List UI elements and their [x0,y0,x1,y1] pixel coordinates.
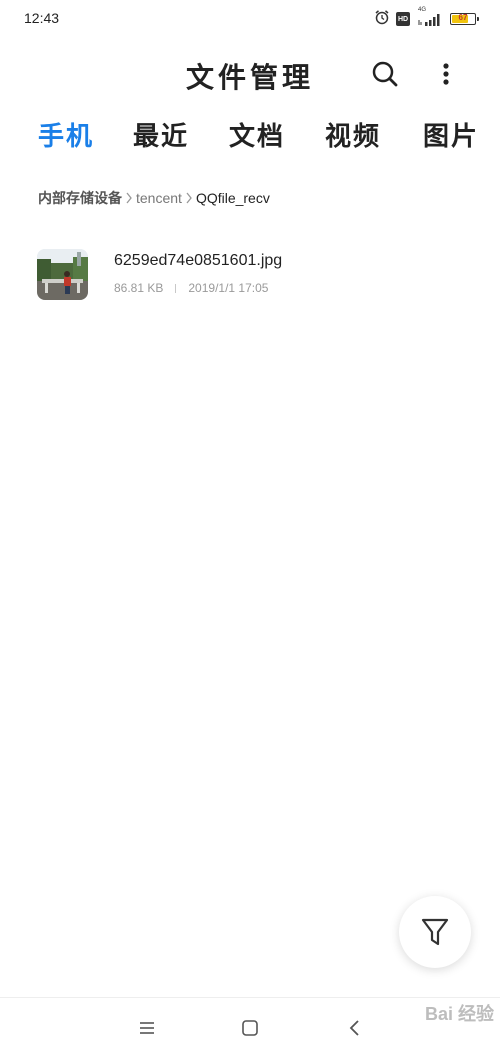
home-button[interactable] [238,1016,262,1040]
file-manager-screen: 12:43 HD 4G 67 文件管理 手机 最近 文档 视频 图片 内部存储设… [0,0,500,1057]
status-bar: 12:43 HD 4G 67 [0,0,500,36]
more-vertical-icon [443,63,449,85]
menu-icon [140,1022,154,1034]
back-button[interactable] [343,1016,367,1040]
back-chevron-icon [349,1020,359,1036]
filter-icon [421,918,449,946]
breadcrumb: 内部存储设备 tencent QQfile_recv [38,188,270,208]
tab-pictures[interactable]: 图片 [423,116,479,153]
hd-icon: HD [396,12,410,26]
signal-icon: 4G [416,7,444,27]
breadcrumb-root[interactable]: 内部存储设备 [38,188,122,208]
filter-button[interactable] [399,896,471,968]
status-time: 12:43 [24,10,60,26]
file-list-item[interactable]: 6259ed74e0851601.jpg 86.81 KB 2019/1/1 1… [0,240,500,310]
title-bar: 文件管理 [0,48,500,98]
home-square-icon [242,1020,258,1036]
baidu-jingyan-watermark: Bai 经验 [424,1004,494,1024]
battery-icon: 67 [450,13,479,25]
tab-videos[interactable]: 视频 [325,116,381,153]
tab-phone[interactable]: 手机 [38,116,94,153]
search-button[interactable] [369,58,401,90]
chevron-right-icon [126,192,132,204]
file-size: 86.81 KB [114,281,164,295]
tab-documents[interactable]: 文档 [229,116,285,153]
search-icon [372,61,398,87]
file-meta: 86.81 KB 2019/1/1 17:05 [114,281,268,295]
category-tabs: 手机 最近 文档 视频 图片 [0,110,500,162]
chevron-right-icon [186,192,192,204]
alarm-icon [374,9,390,29]
breadcrumb-current[interactable]: QQfile_recv [196,190,270,206]
breadcrumb-folder[interactable]: tencent [136,190,182,206]
network-label: 4G [418,7,427,13]
tab-recent[interactable]: 最近 [133,116,189,153]
battery-level: 67 [458,13,468,22]
meta-divider [175,283,177,293]
page-title: 文件管理 [185,61,314,94]
menu-button[interactable] [135,1016,159,1040]
status-icons: HD 4G 67 [374,7,479,29]
more-options-button[interactable] [432,58,460,90]
file-thumbnail [37,249,88,300]
file-date: 2019/1/1 17:05 [188,281,269,295]
file-name: 6259ed74e0851601.jpg [114,252,283,269]
